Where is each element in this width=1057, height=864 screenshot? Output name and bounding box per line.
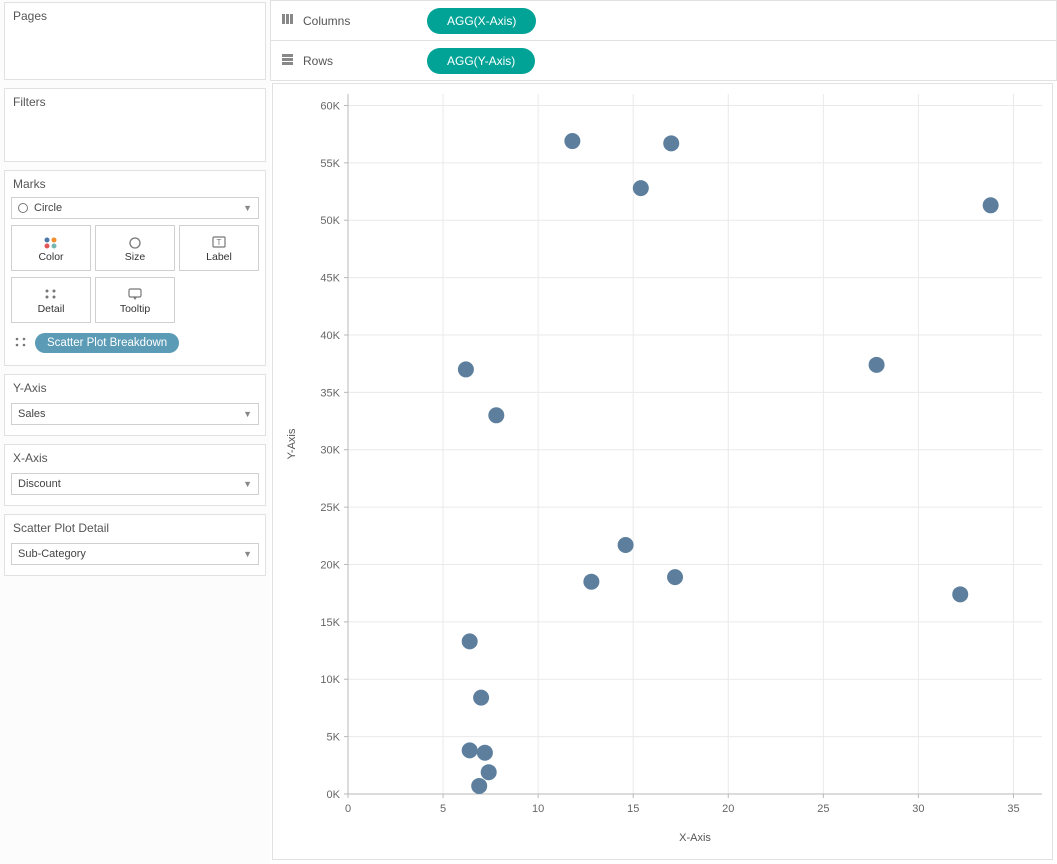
marks-label-button[interactable]: T Label [179,225,259,271]
scatter-plot: 0K 5K 10K 15K 20K 25K 30K 35K 40K 45K 50K 55K 60K 0 5 1… [273,84,1052,859]
detail-small-icon [13,336,29,351]
svg-text:30: 30 [912,803,924,815]
rows-icon [281,53,295,68]
svg-text:60K: 60K [320,100,340,112]
marks-tooltip-label: Tooltip [120,303,150,315]
svg-text:20: 20 [722,803,734,815]
marks-size-label: Size [125,251,145,263]
filters-title: Filters [5,89,265,115]
chevron-down-icon: ▼ [243,409,252,419]
marks-tooltip-button[interactable]: Tooltip [95,277,175,323]
param-xaxis-title: X-Axis [5,445,265,471]
marks-size-button[interactable]: Size [95,225,175,271]
svg-text:10: 10 [532,803,544,815]
svg-text:Y-Axis: Y-Axis [286,428,298,459]
detail-icon [42,285,60,303]
marks-card: Marks Circle ▼ [4,170,266,366]
svg-text:0: 0 [345,803,351,815]
chevron-down-icon: ▼ [243,549,252,559]
shelves: Columns AGG(X-Axis) Rows AGG(Y-Axis) [270,0,1057,81]
marks-color-button[interactable]: Color [11,225,91,271]
param-xaxis-value: Discount [18,478,61,490]
param-yaxis-value: Sales [18,408,46,420]
marks-detail-label: Detail [38,303,65,315]
svg-text:35K: 35K [320,387,340,399]
svg-text:X-Axis: X-Axis [679,832,711,844]
label-icon: T [210,233,228,251]
param-detail-dropdown[interactable]: Sub-Category ▼ [11,543,259,565]
pages-shelf[interactable]: Pages [4,2,266,80]
svg-text:T: T [217,238,222,247]
main: Columns AGG(X-Axis) Rows AGG(Y-Axis) 0K 5… [270,0,1057,864]
marks-color-label: Color [38,251,63,263]
param-xaxis-card: X-Axis Discount ▼ [4,444,266,506]
columns-icon [281,13,295,28]
param-detail-value: Sub-Category [18,548,86,560]
mark-type-label: Circle [34,202,62,214]
param-detail-title: Scatter Plot Detail [5,515,265,541]
svg-text:35: 35 [1007,803,1019,815]
svg-text:15: 15 [627,803,639,815]
param-yaxis-dropdown[interactable]: Sales ▼ [11,403,259,425]
color-icon [42,233,60,251]
svg-text:30K: 30K [320,445,340,457]
chart-area[interactable]: 0K 5K 10K 15K 20K 25K 30K 35K 40K 45K 50K 55K 60K 0 5 1… [272,83,1053,860]
param-detail-card: Scatter Plot Detail Sub-Category ▼ [4,514,266,576]
columns-pill[interactable]: AGG(X-Axis) [427,8,536,34]
chevron-down-icon: ▼ [243,203,252,213]
svg-text:25K: 25K [320,502,340,514]
pages-title: Pages [5,3,265,29]
tooltip-icon [126,285,144,303]
rows-shelf[interactable]: Rows AGG(Y-Axis) [270,40,1057,80]
sidebar: Pages Filters Marks Circle ▼ [0,0,270,864]
marks-title: Marks [5,171,265,197]
svg-text:15K: 15K [320,617,340,629]
svg-text:45K: 45K [320,273,340,285]
svg-text:50K: 50K [320,215,340,227]
rows-label: Rows [303,54,333,68]
marks-detail-button[interactable]: Detail [11,277,91,323]
size-icon [126,233,144,251]
columns-shelf[interactable]: Columns AGG(X-Axis) [270,0,1057,40]
circle-icon [18,203,28,213]
detail-pill[interactable]: Scatter Plot Breakdown [35,333,179,353]
svg-text:5K: 5K [327,732,341,744]
param-yaxis-card: Y-Axis Sales ▼ [4,374,266,436]
rows-pill[interactable]: AGG(Y-Axis) [427,48,535,74]
chevron-down-icon: ▼ [243,479,252,489]
svg-text:55K: 55K [320,158,340,170]
mark-type-dropdown[interactable]: Circle ▼ [11,197,259,219]
svg-text:25: 25 [817,803,829,815]
svg-text:40K: 40K [320,330,340,342]
svg-text:5: 5 [440,803,446,815]
svg-text:0K: 0K [327,789,341,801]
param-xaxis-dropdown[interactable]: Discount ▼ [11,473,259,495]
param-yaxis-title: Y-Axis [5,375,265,401]
svg-text:10K: 10K [320,674,340,686]
columns-label: Columns [303,14,350,28]
svg-text:20K: 20K [320,559,340,571]
marks-label-label: Label [206,251,232,263]
filters-shelf[interactable]: Filters [4,88,266,162]
